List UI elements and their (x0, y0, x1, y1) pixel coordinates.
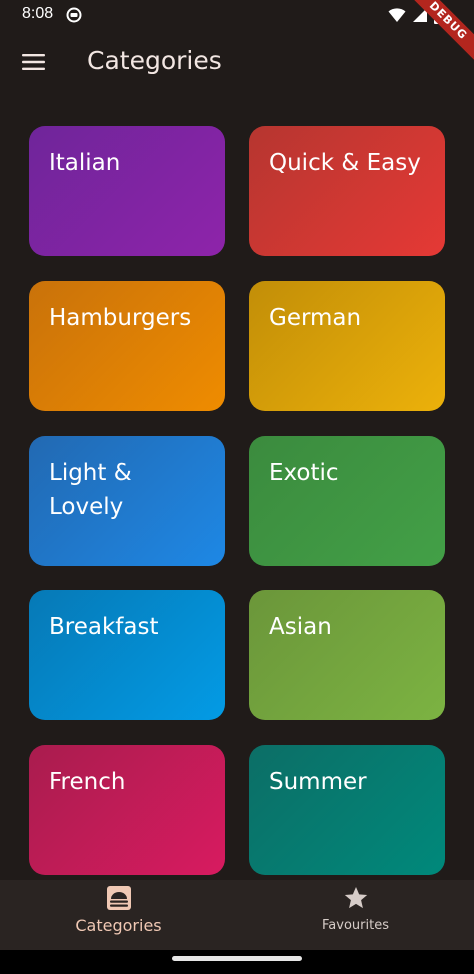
dish-icon (106, 885, 132, 911)
category-tile-breakfast[interactable]: Breakfast (29, 590, 225, 720)
category-tile-hamburgers[interactable]: Hamburgers (29, 281, 225, 411)
category-label: Asian (269, 614, 332, 640)
category-label: Breakfast (49, 614, 159, 640)
category-tile-italian[interactable]: Italian (29, 126, 225, 256)
category-tile-exotic[interactable]: Exotic (249, 436, 445, 566)
category-label: Summer (269, 769, 367, 795)
app-bar: Categories (0, 32, 474, 94)
star-icon (343, 885, 369, 911)
category-tile-german[interactable]: German (249, 281, 445, 411)
category-label: Light & Lovely (49, 460, 132, 520)
gesture-handle[interactable] (172, 956, 302, 961)
category-label: Italian (49, 150, 121, 176)
system-nav-area (0, 950, 474, 974)
wifi-icon (388, 7, 406, 27)
nav-label-categories: Categories (75, 916, 162, 935)
category-label: Quick & Easy (269, 150, 421, 176)
nav-item-categories[interactable]: Categories (0, 880, 237, 950)
category-tile-quick-easy[interactable]: Quick & Easy (249, 126, 445, 256)
bottom-navigation: Categories Favourites (0, 880, 474, 950)
category-tile-asian[interactable]: Asian (249, 590, 445, 720)
category-tile-summer[interactable]: Summer (249, 745, 445, 875)
category-tile-light-lovely[interactable]: Light & Lovely (29, 436, 225, 566)
status-bar: 8:08 DEBUG (0, 0, 474, 70)
notification-app-icon (66, 7, 82, 23)
category-label: Hamburgers (49, 305, 192, 331)
nav-item-favourites[interactable]: Favourites (237, 880, 474, 950)
category-label: French (49, 769, 126, 795)
menu-icon (22, 53, 46, 75)
category-label: Exotic (269, 460, 339, 486)
status-time: 8:08 (22, 5, 54, 22)
nav-label-favourites: Favourites (322, 918, 389, 933)
menu-button[interactable] (14, 44, 54, 84)
category-label: German (269, 305, 362, 331)
page-title: Categories (87, 46, 222, 75)
app-screen: 8:08 DEBUG Categories Italian Quick & Ea… (0, 0, 474, 974)
category-tile-french[interactable]: French (29, 745, 225, 875)
